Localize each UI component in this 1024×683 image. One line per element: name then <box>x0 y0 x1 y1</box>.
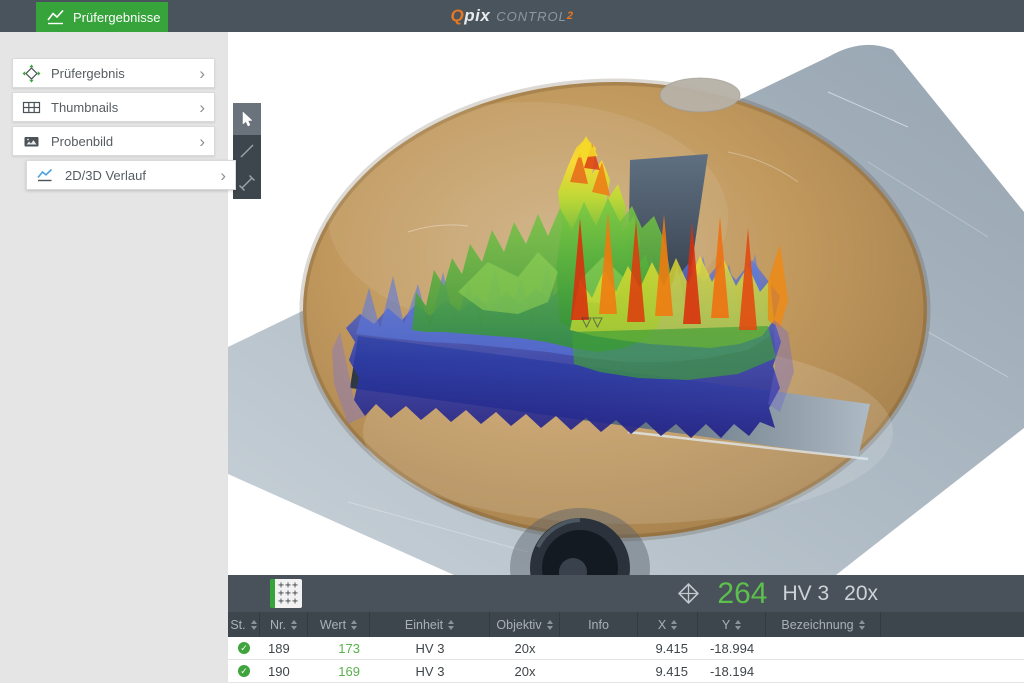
specimen-viewer[interactable] <box>228 32 1024 575</box>
y-cell: -18.194 <box>698 660 766 682</box>
sidebar-item-pruefergebnis[interactable]: Prüfergebnis <box>12 58 215 88</box>
info-cell <box>560 660 638 682</box>
col-header-einheit[interactable]: Einheit <box>370 612 490 637</box>
viewer-toolbar <box>233 103 261 199</box>
brand-sup: 2 <box>567 10 574 22</box>
status-cell <box>228 660 260 682</box>
status-cell <box>228 637 260 659</box>
brand-pix: pix <box>464 6 490 26</box>
results-table-header: St. Nr. Wert Einheit Objektiv Info X Y B… <box>228 612 1024 637</box>
hardness-scale: HV 3 <box>782 582 829 606</box>
filler-cell <box>881 660 1024 682</box>
chevron-right-icon <box>199 133 205 150</box>
einheit-cell: HV 3 <box>370 637 490 659</box>
sidebar-item-label: 2D/3D Verlauf <box>65 168 210 183</box>
sidebar-item-probenbild[interactable]: Probenbild <box>12 126 215 156</box>
objektiv-cell: 20x <box>490 660 560 682</box>
cursor-tool[interactable] <box>233 103 261 135</box>
bezeichnung-cell <box>766 660 881 682</box>
measure-icon <box>238 174 256 192</box>
measure-tool[interactable] <box>233 167 261 199</box>
table-row[interactable]: 190 169 HV 3 20x 9.415 -18.194 <box>228 660 1024 683</box>
x-cell: 9.415 <box>638 660 698 682</box>
sidebar-item-thumbnails[interactable]: Thumbnails <box>12 92 215 122</box>
cursor-icon <box>240 111 254 127</box>
brand-logo: Qpix CONTROL2 <box>0 0 1024 32</box>
col-header-x[interactable]: X <box>638 612 698 637</box>
sidebar-item-label: Prüfergebnis <box>51 66 189 81</box>
line-icon <box>238 142 256 160</box>
wert-cell: 169 <box>308 660 370 682</box>
objektiv-cell: 20x <box>490 637 560 659</box>
bezeichnung-cell <box>766 637 881 659</box>
brand-q: Q <box>451 6 465 26</box>
col-header-bezeichnung[interactable]: Bezeichnung <box>766 612 881 637</box>
x-cell: 9.415 <box>638 637 698 659</box>
sort-icon <box>448 620 454 630</box>
sidebar-item-label: Probenbild <box>51 134 189 149</box>
sidebar: Prüfergebnis Thumbnails Probenbild <box>0 32 228 683</box>
wert-cell: 173 <box>308 637 370 659</box>
table-row[interactable]: 189 173 HV 3 20x 9.415 -18.994 <box>228 637 1024 660</box>
line-chart-icon <box>36 166 55 185</box>
hardness-value: 264 <box>717 579 767 609</box>
photo-icon <box>22 132 41 151</box>
sort-icon <box>351 620 357 630</box>
sort-icon <box>859 620 865 630</box>
status-ok-icon <box>238 665 250 677</box>
sort-icon <box>671 620 677 630</box>
col-header-wert[interactable]: Wert <box>308 612 370 637</box>
objective-magnification: 20x <box>844 582 878 606</box>
col-header-nr[interactable]: Nr. <box>260 612 308 637</box>
filler-cell <box>881 637 1024 659</box>
line-tool[interactable] <box>233 135 261 167</box>
nr-cell: 190 <box>260 660 308 682</box>
sort-icon <box>291 620 297 630</box>
einheit-cell: HV 3 <box>370 660 490 682</box>
grid-icon <box>22 98 41 117</box>
grid-points-icon <box>278 582 299 606</box>
sidebar-item-label: Thumbnails <box>51 100 189 115</box>
y-cell: -18.994 <box>698 637 766 659</box>
col-header-y[interactable]: Y <box>698 612 766 637</box>
sidebar-item-2d3d-verlauf[interactable]: 2D/3D Verlauf <box>26 160 236 190</box>
sort-icon <box>251 620 257 630</box>
nr-cell: 189 <box>260 637 308 659</box>
chevron-right-icon <box>220 167 226 184</box>
col-header-info[interactable]: Info <box>560 612 638 637</box>
sort-icon <box>735 620 741 630</box>
brand-control: CONTROL <box>496 9 567 24</box>
main-area: 264 HV 3 20x St. Nr. Wert Einheit Objekt… <box>228 32 1024 683</box>
col-header-objektiv[interactable]: Objektiv <box>490 612 560 637</box>
sort-icon <box>547 620 553 630</box>
app-header: Prüfergebnisse QpixCONTROL2 <box>0 0 1024 32</box>
status-ok-icon <box>238 642 250 654</box>
col-header-filler <box>881 612 1024 637</box>
info-cell <box>560 637 638 659</box>
indent-diamond-icon <box>675 580 702 607</box>
col-header-st[interactable]: St. <box>228 612 260 637</box>
chevron-right-icon <box>199 65 205 82</box>
diamond-target-icon <box>22 64 41 83</box>
measure-grid-button[interactable] <box>270 579 302 608</box>
specimen-photo <box>228 32 1024 575</box>
current-measurement-readout: 264 HV 3 20x <box>675 575 878 612</box>
chevron-right-icon <box>199 99 205 116</box>
qpix-control-app: Prüfergebnisse QpixCONTROL2 Prüfergebnis <box>0 0 1024 683</box>
status-bar: 264 HV 3 20x <box>228 575 1024 612</box>
